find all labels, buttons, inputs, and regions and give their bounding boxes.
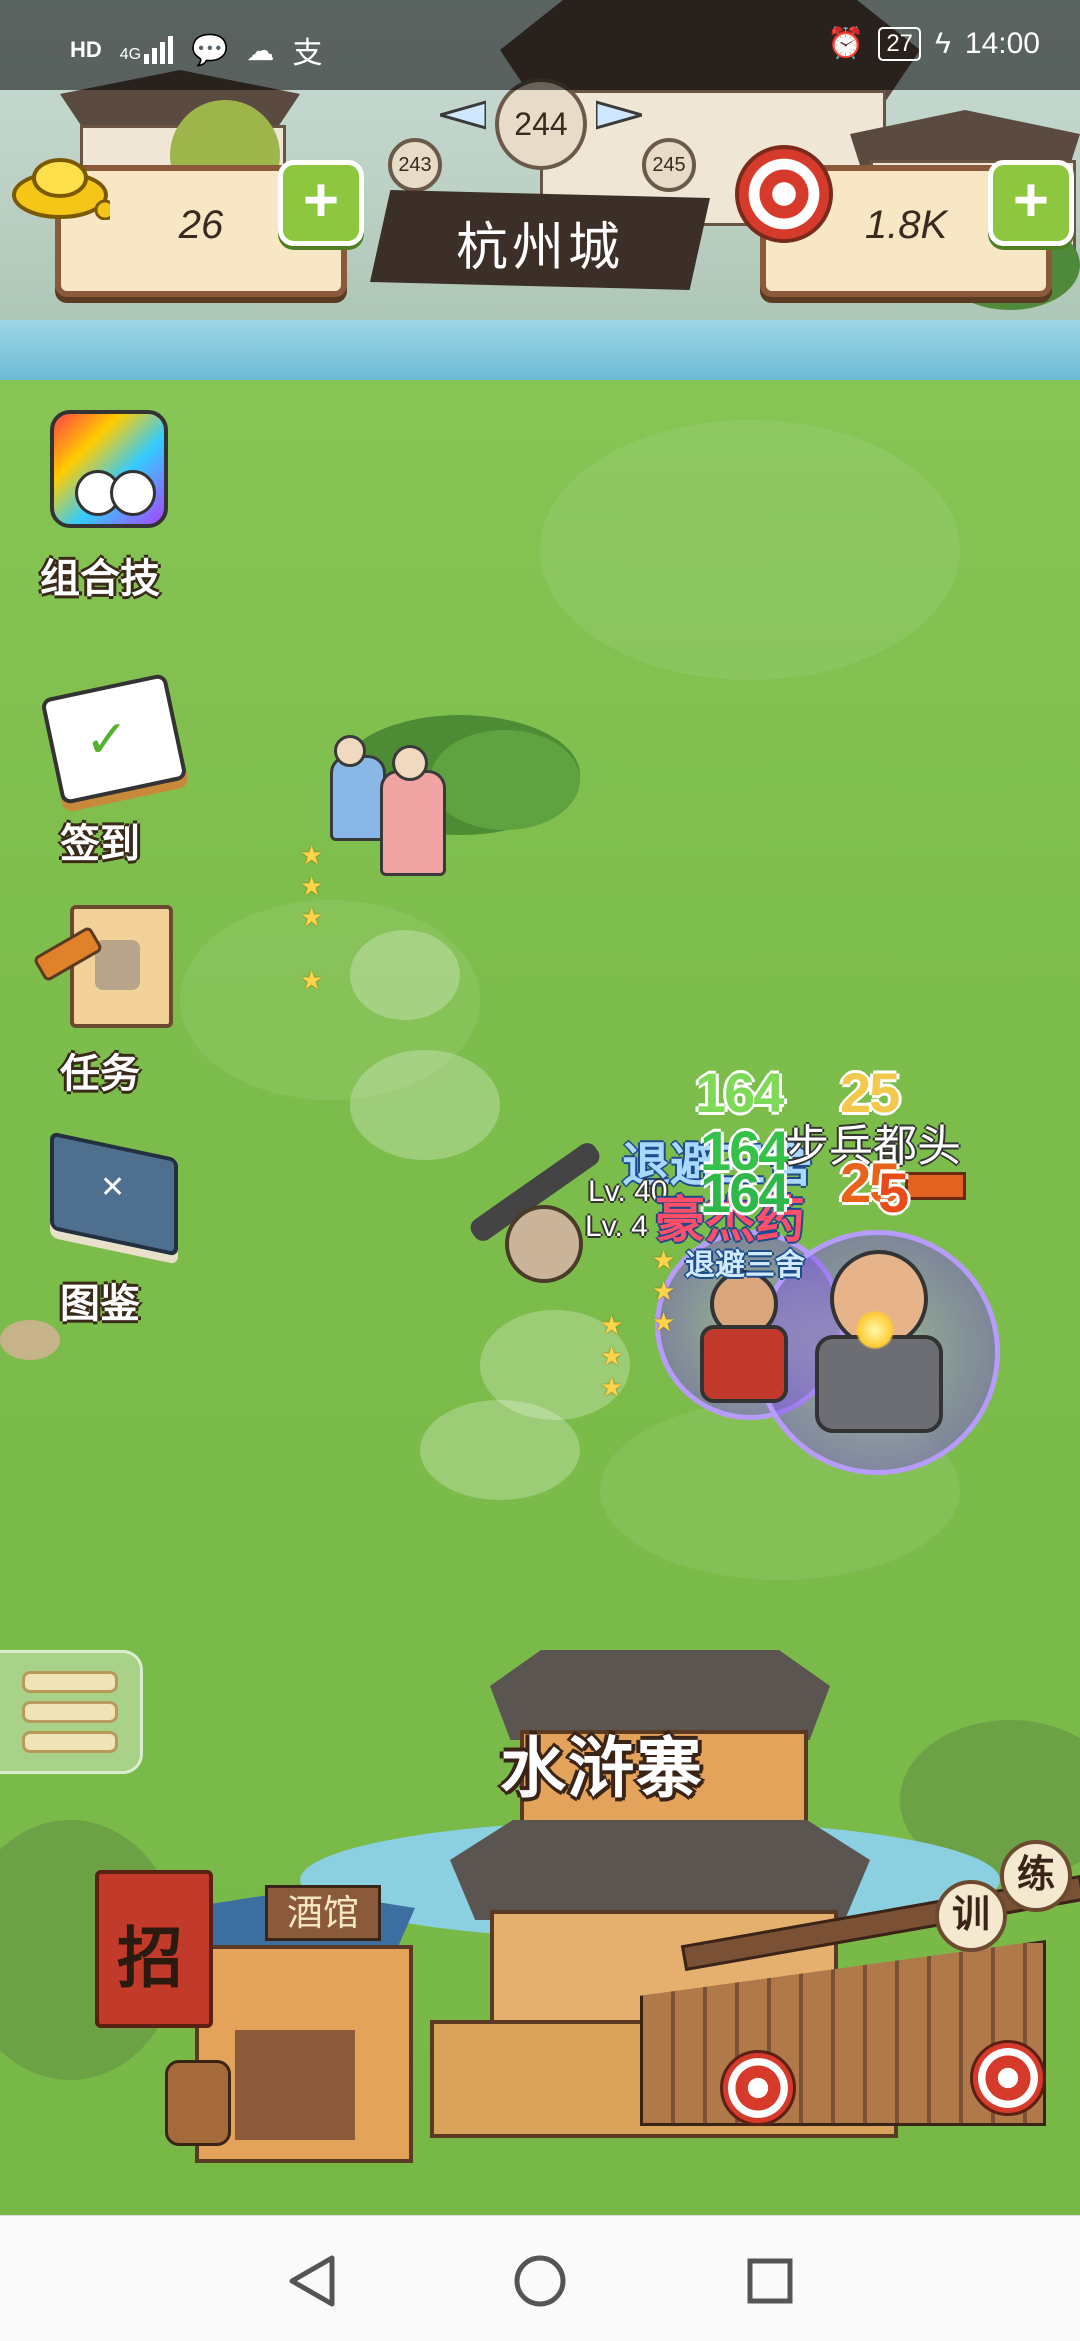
hd-icon: HD	[70, 37, 102, 62]
city-name: 杭州城	[455, 219, 624, 277]
codex-book-icon: ✕	[30, 1125, 178, 1265]
task-label: 任务	[60, 1052, 140, 1096]
skill-tag: 退避三舍	[685, 1249, 805, 1282]
next-level-arrow[interactable]	[594, 100, 648, 130]
gold-ingot-icon	[10, 150, 116, 221]
tavern-flag: 招	[117, 1921, 183, 1995]
tavern-building[interactable]: 招 酒馆	[95, 1850, 425, 2180]
charging-icon: ϟ	[935, 26, 951, 60]
home-button[interactable]	[500, 2246, 580, 2316]
hero-level: Lv. 4	[585, 1210, 648, 1243]
battery-indicator: 27	[878, 26, 922, 61]
task-scroll-icon	[30, 895, 173, 1035]
enemy-hp-bar	[905, 1172, 966, 1200]
system-navigation-bar	[0, 2215, 1080, 2341]
combo-skill-icon	[30, 400, 170, 540]
checkin-button[interactable]: ✓ 签到	[20, 665, 188, 869]
add-target-button[interactable]: +	[988, 160, 1074, 246]
river	[0, 320, 1080, 380]
prev-level-arrow[interactable]	[434, 100, 488, 130]
alarm-icon: ⏰	[826, 27, 865, 60]
task-button[interactable]: 任务	[20, 895, 180, 1099]
clock: 14:00	[964, 26, 1040, 60]
hero-warrior[interactable]	[690, 1270, 790, 1403]
checkin-calendar-icon: ✓	[30, 665, 188, 806]
checkin-label: 签到	[60, 822, 140, 866]
back-button[interactable]	[270, 2246, 350, 2316]
defeated-soldier	[420, 1400, 580, 1500]
training-sign: 训	[935, 1880, 1007, 1952]
4g-signal-icon: 4G	[120, 36, 174, 64]
add-gold-button[interactable]: +	[278, 160, 364, 246]
npc-couple[interactable]	[320, 735, 460, 876]
fortress-label[interactable]: 水浒寨	[500, 1715, 704, 1811]
target-icon	[735, 145, 833, 243]
codex-label: 图鉴	[60, 1282, 140, 1326]
game-scene: ★ ★ ★ ★ ★ ★ ★ 164 25 退避三舍 164 步兵都头 25 5 Lv. …	[0, 0, 1080, 2215]
status-bar: HD 4G 💬 ☁ 支 ⏰ 27 ϟ 14:00	[0, 0, 1080, 90]
damage-number: 164	[695, 1061, 784, 1124]
defeated-soldier	[350, 1050, 500, 1160]
combo-skill-label: 组合技	[40, 557, 160, 601]
training-sign: 练	[1000, 1840, 1072, 1912]
cloud-icon: ☁	[246, 34, 275, 66]
prev-level-marker: 243	[388, 138, 442, 192]
damage-number: 5	[878, 1161, 909, 1224]
combo-skill-button[interactable]: 组合技	[20, 400, 180, 604]
recents-button[interactable]	[730, 2246, 810, 2316]
alipay-icon: 支	[292, 37, 323, 70]
menu-hamburger-button[interactable]	[0, 1650, 143, 1774]
tavern-sign: 酒馆	[265, 1885, 381, 1941]
defeated-soldier	[350, 930, 460, 1020]
current-level-marker: 244	[495, 78, 587, 170]
hero-captain[interactable]	[800, 1250, 950, 1433]
damage-number: 164	[700, 1161, 789, 1224]
wechat-icon: 💬	[191, 33, 229, 67]
next-level-marker: 245	[642, 138, 696, 192]
codex-button[interactable]: ✕ 图鉴	[20, 1125, 180, 1329]
